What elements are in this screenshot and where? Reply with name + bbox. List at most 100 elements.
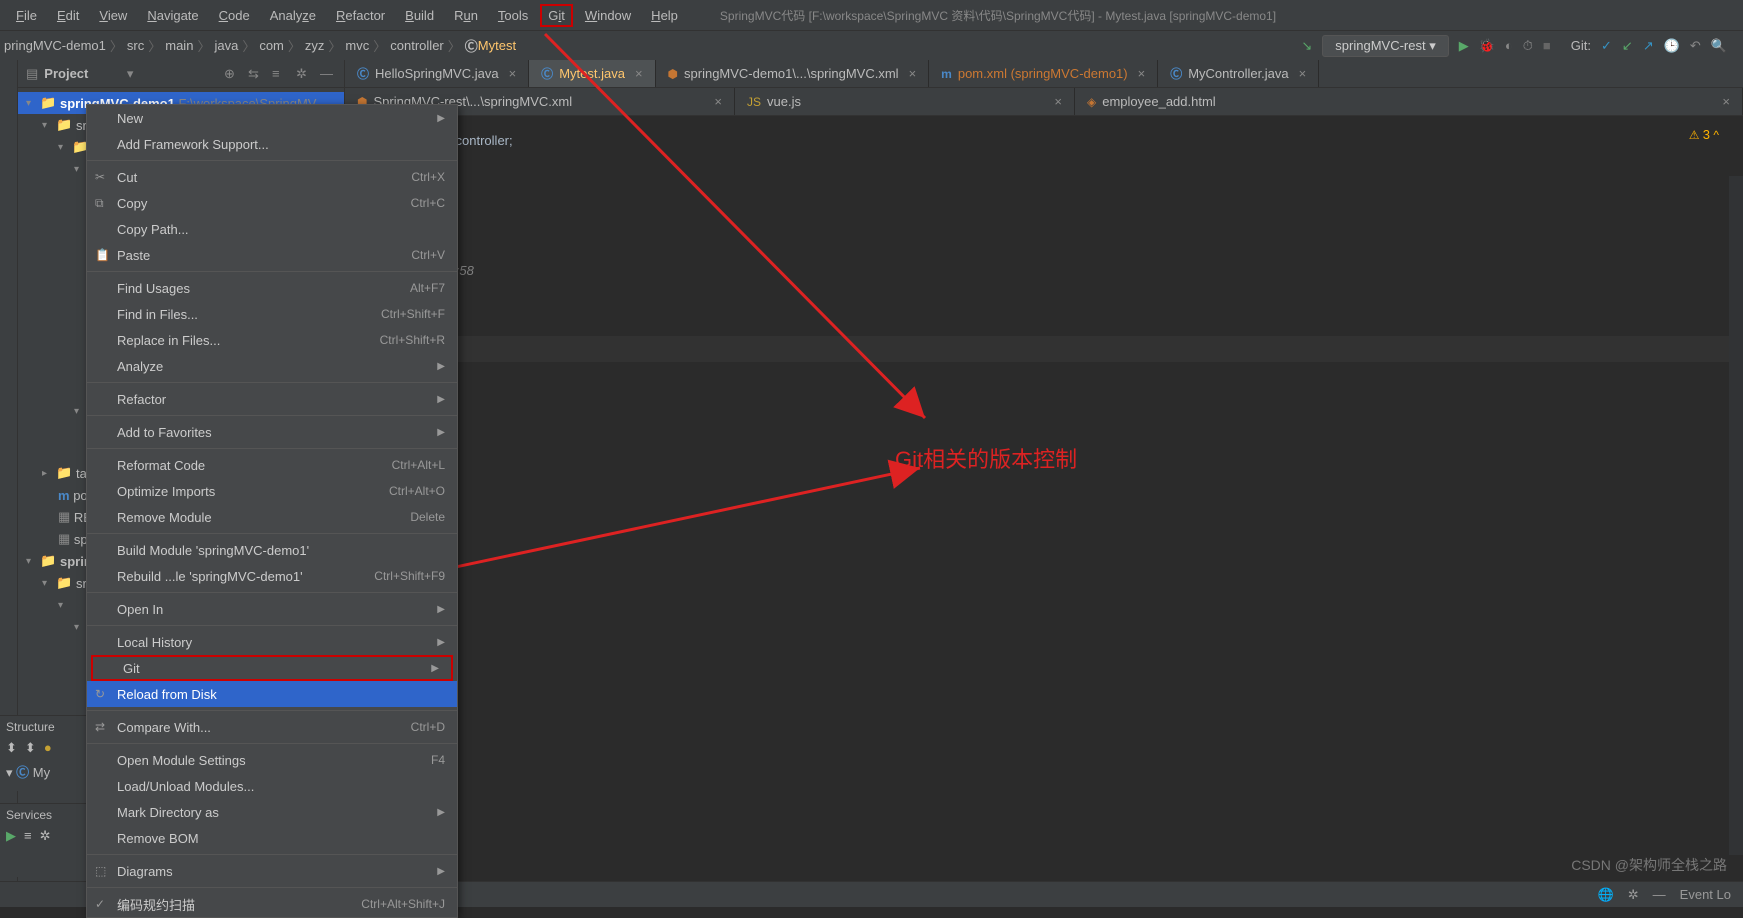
structure-icon[interactable]: ⬍ bbox=[6, 740, 17, 756]
menu-item[interactable]: Analyze▶ bbox=[87, 353, 457, 379]
globe-icon[interactable]: 🌐 bbox=[1598, 887, 1614, 903]
warning-badge[interactable]: ⚠ 3 ^ bbox=[1689, 122, 1719, 148]
menu-build[interactable]: Build bbox=[397, 4, 442, 27]
menu-item[interactable]: Remove BOM bbox=[87, 825, 457, 851]
menu-item[interactable]: Optimize ImportsCtrl+Alt+O bbox=[87, 478, 457, 504]
tab-hello[interactable]: ⒸHelloSpringMVC.java× bbox=[345, 60, 529, 87]
services-icon[interactable]: ≡ bbox=[24, 828, 32, 844]
project-icon[interactable]: ▤ bbox=[26, 66, 38, 82]
bc-3[interactable]: java bbox=[214, 38, 238, 53]
menu-item[interactable]: Build Module 'springMVC-demo1' bbox=[87, 537, 457, 563]
menu-item[interactable]: Copy Path... bbox=[87, 216, 457, 242]
tab-pom[interactable]: mpom.xml (springMVC-demo1)× bbox=[929, 60, 1158, 87]
menu-help[interactable]: Help bbox=[643, 4, 686, 27]
profile-icon[interactable]: ⏱ bbox=[1523, 38, 1533, 54]
menu-item[interactable]: Remove ModuleDelete bbox=[87, 504, 457, 530]
git-rollback-icon[interactable]: ↶ bbox=[1690, 38, 1701, 54]
menu-window[interactable]: Window bbox=[577, 4, 639, 27]
menu-code[interactable]: Code bbox=[211, 4, 258, 27]
menu-item[interactable]: ✓编码规约扫描Ctrl+Alt+Shift+J bbox=[87, 891, 457, 917]
menu-item[interactable]: Add Framework Support... bbox=[87, 131, 457, 157]
menu-tools[interactable]: Tools bbox=[490, 4, 536, 27]
menu-view[interactable]: View bbox=[91, 4, 135, 27]
hammer-icon[interactable]: ↘ bbox=[1301, 38, 1312, 54]
close-icon[interactable]: × bbox=[635, 66, 643, 81]
close-icon[interactable]: × bbox=[714, 94, 722, 109]
menu-item[interactable]: Refactor▶ bbox=[87, 386, 457, 412]
menu-item[interactable]: ⇄Compare With...Ctrl+D bbox=[87, 714, 457, 740]
gear-icon[interactable]: ✲ bbox=[1628, 887, 1639, 903]
menu-item[interactable]: 📋PasteCtrl+V bbox=[87, 242, 457, 268]
run-icon[interactable]: ▶ bbox=[6, 828, 16, 844]
menu-item[interactable]: New▶ bbox=[87, 105, 457, 131]
bc-0[interactable]: pringMVC-demo1 bbox=[4, 38, 106, 53]
bc-1[interactable]: src bbox=[127, 38, 144, 53]
coverage-icon[interactable]: ◐ bbox=[1505, 38, 1513, 53]
stop-icon[interactable]: ■ bbox=[1543, 38, 1551, 53]
hide-icon[interactable]: — bbox=[320, 66, 336, 82]
menu-analyze[interactable]: Analyze bbox=[262, 4, 324, 27]
menu-item[interactable]: ⬚Diagrams▶ bbox=[87, 858, 457, 884]
services-icon[interactable]: ✲ bbox=[40, 828, 51, 844]
menu-item[interactable]: ✂CutCtrl+X bbox=[87, 164, 457, 190]
git-history-icon[interactable]: 🕒 bbox=[1664, 38, 1680, 54]
tab-mycontroller[interactable]: ⒸMyController.java× bbox=[1158, 60, 1319, 87]
menu-item[interactable]: ⧉CopyCtrl+C bbox=[87, 190, 457, 216]
hide-icon[interactable]: — bbox=[1653, 887, 1666, 902]
search-icon[interactable]: 🔍 bbox=[1711, 38, 1727, 54]
close-icon[interactable]: × bbox=[1054, 94, 1062, 109]
event-log[interactable]: Event Lo bbox=[1680, 887, 1731, 902]
bc-5[interactable]: zyz bbox=[305, 38, 325, 53]
menu-item[interactable]: Load/Unload Modules... bbox=[87, 773, 457, 799]
menu-item[interactable]: Find UsagesAlt+F7 bbox=[87, 275, 457, 301]
structure-panel[interactable]: Structure ⬍⬍● ▾ Ⓒ My bbox=[0, 715, 86, 791]
structure-icon[interactable]: ● bbox=[44, 740, 52, 756]
bc-6[interactable]: mvc bbox=[345, 38, 369, 53]
menu-item[interactable]: Open Module SettingsF4 bbox=[87, 747, 457, 773]
sidebar-title[interactable]: Project bbox=[44, 66, 127, 81]
bc-8[interactable]: Mytest bbox=[478, 38, 516, 53]
menu-item[interactable]: Add to Favorites▶ bbox=[87, 419, 457, 445]
tab-springmvc-xml[interactable]: ⬢springMVC-demo1\...\springMVC.xml× bbox=[656, 60, 930, 87]
tab-vue[interactable]: JSvue.js× bbox=[735, 88, 1075, 115]
git-commit-icon[interactable]: ↙ bbox=[1622, 38, 1633, 54]
close-icon[interactable]: × bbox=[1138, 66, 1146, 81]
bc-2[interactable]: main bbox=[165, 38, 193, 53]
close-icon[interactable]: × bbox=[909, 66, 917, 81]
menu-navigate[interactable]: Navigate bbox=[139, 4, 206, 27]
menu-item[interactable]: Git▶ bbox=[91, 655, 453, 681]
debug-icon[interactable]: 🐞 bbox=[1479, 38, 1495, 54]
git-push-icon[interactable]: ↗ bbox=[1643, 38, 1654, 54]
close-icon[interactable]: × bbox=[1299, 66, 1307, 81]
collapse-icon[interactable]: ⇆ bbox=[248, 66, 264, 82]
structure-icon[interactable]: ⬍ bbox=[25, 740, 36, 756]
menu-item[interactable]: Rebuild ...le 'springMVC-demo1'Ctrl+Shif… bbox=[87, 563, 457, 589]
run-icon[interactable]: ▶ bbox=[1459, 38, 1469, 54]
menu-item[interactable]: ↻Reload from Disk bbox=[87, 681, 457, 707]
tab-mytest[interactable]: ⒸMytest.java× bbox=[529, 60, 655, 87]
menu-item[interactable]: Replace in Files...Ctrl+Shift+R bbox=[87, 327, 457, 353]
menu-refactor[interactable]: Refactor bbox=[328, 4, 393, 27]
menu-file[interactable]: File bbox=[8, 4, 45, 27]
chevron-down-icon[interactable]: ▾ bbox=[127, 66, 134, 82]
gear-icon[interactable]: ✲ bbox=[296, 66, 312, 82]
target-icon[interactable]: ⊕ bbox=[224, 66, 240, 82]
close-icon[interactable]: × bbox=[1722, 94, 1730, 109]
tab-employee-add[interactable]: ◈employee_add.html× bbox=[1075, 88, 1743, 115]
bc-7[interactable]: controller bbox=[390, 38, 443, 53]
menu-edit[interactable]: Edit bbox=[49, 4, 87, 27]
menu-item[interactable]: Open In▶ bbox=[87, 596, 457, 622]
run-config-dropdown[interactable]: springMVC-rest ▾ bbox=[1322, 35, 1448, 57]
services-panel[interactable]: Services ▶≡✲ bbox=[0, 803, 86, 877]
menu-item[interactable]: Find in Files...Ctrl+Shift+F bbox=[87, 301, 457, 327]
menu-git[interactable]: Git bbox=[540, 4, 573, 27]
menu-item[interactable]: Reformat CodeCtrl+Alt+L bbox=[87, 452, 457, 478]
bc-4[interactable]: com bbox=[259, 38, 284, 53]
expand-icon[interactable]: ≡ bbox=[272, 66, 288, 82]
menu-item[interactable]: Mark Directory as▶ bbox=[87, 799, 457, 825]
menu-run[interactable]: Run bbox=[446, 4, 486, 27]
close-icon[interactable]: × bbox=[509, 66, 517, 81]
menu-item[interactable]: Local History▶ bbox=[87, 629, 457, 655]
editor[interactable]: ⚠ 3 ^ kage com.zyz.mvc.controller; @auth… bbox=[345, 116, 1743, 881]
git-update-icon[interactable]: ✓ bbox=[1601, 38, 1612, 54]
